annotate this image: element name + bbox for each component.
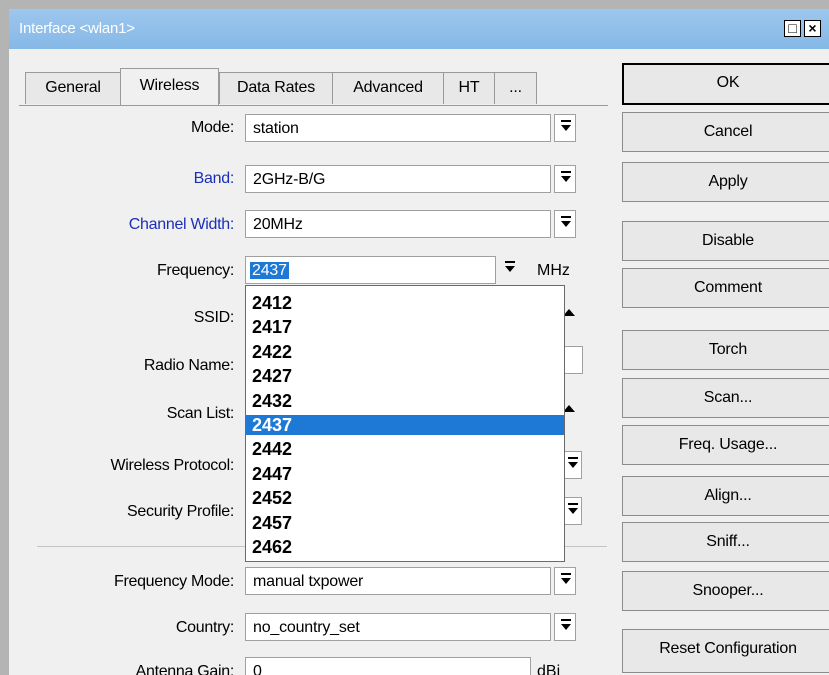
- window-titlebar[interactable]: Interface <wlan1> □ ×: [9, 9, 829, 49]
- frequency-value: 2437: [250, 262, 289, 279]
- security-profile-dropdown-button[interactable]: [564, 497, 582, 525]
- bar-icon: [561, 120, 571, 122]
- tab-bar: General Wireless Data Rates Advanced HT …: [9, 49, 609, 105]
- comment-button[interactable]: Comment: [622, 268, 829, 308]
- ok-button[interactable]: OK: [622, 63, 829, 105]
- frequency-option[interactable]: 2457: [246, 513, 564, 533]
- reset-configuration-button[interactable]: Reset Configuration: [622, 629, 829, 673]
- torch-button[interactable]: Torch: [622, 330, 829, 370]
- antenna-gain-unit: dBi: [537, 663, 561, 675]
- chevron-down-icon: [568, 508, 578, 514]
- frequency-unit: MHz: [537, 262, 570, 279]
- mode-select[interactable]: station: [245, 114, 551, 142]
- bar-icon: [561, 216, 571, 218]
- disable-button[interactable]: Disable: [622, 221, 829, 261]
- tab-more[interactable]: ...: [494, 72, 537, 104]
- ssid-label: SSID:: [193, 309, 235, 326]
- band-select[interactable]: 2GHz-B/G: [245, 165, 551, 193]
- frequency-label: Frequency:: [156, 262, 234, 279]
- frequency-mode-label: Frequency Mode:: [113, 573, 234, 590]
- frequency-option[interactable]: 2452: [246, 488, 564, 508]
- tab-advanced[interactable]: Advanced: [332, 72, 444, 104]
- wireless-protocol-label: Wireless Protocol:: [110, 457, 234, 474]
- frequency-option-selected[interactable]: 2437: [246, 415, 564, 435]
- wireless-protocol-dropdown-button[interactable]: [564, 451, 582, 479]
- band-label[interactable]: Band:: [194, 170, 235, 188]
- bar-icon: [568, 457, 578, 459]
- freq-usage-button[interactable]: Freq. Usage...: [622, 425, 829, 465]
- chevron-down-icon: [561, 578, 571, 584]
- frequency-input[interactable]: 2437: [245, 256, 496, 284]
- radio-name-label: Radio Name:: [143, 357, 234, 374]
- frequency-option[interactable]: 2427: [246, 366, 564, 386]
- chevron-down-icon: [561, 176, 571, 182]
- frequency-option[interactable]: 2447: [246, 464, 564, 484]
- antenna-gain-input[interactable]: 0: [245, 657, 531, 675]
- frequency-option[interactable]: 2422: [246, 342, 564, 362]
- band-dropdown-button[interactable]: [554, 165, 576, 193]
- scan-list-label: Scan List:: [166, 405, 235, 422]
- frequency-option[interactable]: 2442: [246, 439, 564, 459]
- align-button[interactable]: Align...: [622, 476, 829, 516]
- restore-icon[interactable]: □: [784, 20, 801, 37]
- mode-label: Mode:: [191, 119, 234, 136]
- radio-name-input[interactable]: [563, 346, 583, 374]
- scan-button[interactable]: Scan...: [622, 378, 829, 418]
- frequency-mode-dropdown-button[interactable]: [554, 567, 576, 595]
- frequency-option[interactable]: 2432: [246, 391, 564, 411]
- chevron-down-icon: [561, 125, 571, 131]
- frequency-mode-select[interactable]: manual txpower: [245, 567, 551, 595]
- apply-button[interactable]: Apply: [622, 162, 829, 202]
- bar-icon: [568, 503, 578, 505]
- tab-panel-border: [19, 105, 608, 106]
- channel-width-label[interactable]: Channel Width:: [129, 216, 235, 234]
- frequency-dropdown-list[interactable]: 2412 2417 2422 2427 2432 2437 2442 2447 …: [245, 285, 565, 562]
- chevron-down-icon: [568, 462, 578, 468]
- channel-width-select[interactable]: 20MHz: [245, 210, 551, 238]
- country-select[interactable]: no_country_set: [245, 613, 551, 641]
- sniff-button[interactable]: Sniff...: [622, 522, 829, 562]
- tab-general[interactable]: General: [25, 72, 121, 104]
- bar-icon: [505, 261, 515, 263]
- close-icon[interactable]: ×: [804, 20, 821, 37]
- chevron-down-icon: [561, 221, 571, 227]
- chevron-down-icon: [561, 624, 571, 630]
- channel-width-dropdown-button[interactable]: [554, 210, 576, 238]
- chevron-down-icon: [505, 266, 515, 272]
- tab-ht[interactable]: HT: [443, 72, 495, 104]
- security-profile-label: Security Profile:: [127, 503, 234, 520]
- tab-data-rates[interactable]: Data Rates: [219, 72, 333, 104]
- bar-icon: [561, 573, 571, 575]
- frequency-option[interactable]: 2417: [246, 317, 564, 337]
- bar-icon: [561, 171, 571, 173]
- country-label: Country:: [175, 619, 234, 636]
- tab-wireless[interactable]: Wireless: [120, 68, 219, 105]
- cancel-button[interactable]: Cancel: [622, 112, 829, 152]
- frequency-option[interactable]: 2412: [246, 293, 564, 313]
- country-dropdown-button[interactable]: [554, 613, 576, 641]
- mode-dropdown-button[interactable]: [554, 114, 576, 142]
- window-title: Interface <wlan1>: [19, 20, 135, 37]
- frequency-option[interactable]: 2462: [246, 537, 564, 557]
- bar-icon: [561, 619, 571, 621]
- frequency-dropdown-button[interactable]: [499, 256, 521, 284]
- snooper-button[interactable]: Snooper...: [622, 571, 829, 611]
- antenna-gain-label: Antenna Gain:: [135, 663, 235, 675]
- interface-window: Interface <wlan1> □ × General Wireless D…: [9, 9, 829, 675]
